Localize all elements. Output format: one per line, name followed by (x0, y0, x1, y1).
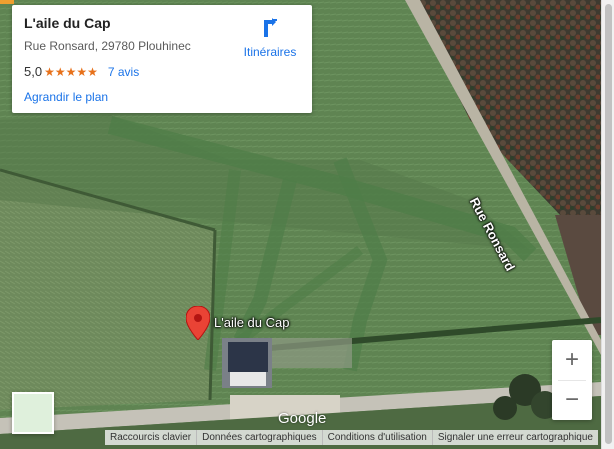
place-info-card: L'aile du Cap Rue Ronsard, 29780 Plouhin… (12, 5, 312, 113)
report-error-link[interactable]: Signaler une erreur cartographique (431, 430, 598, 445)
scrollbar[interactable] (601, 0, 614, 449)
map-marker-icon[interactable] (186, 306, 210, 340)
rating-value: 5,0 (24, 64, 43, 79)
directions-button[interactable]: Itinéraires (240, 17, 300, 59)
rating-row: 5,0 ★★★★★ 7 avis (24, 64, 139, 79)
enlarge-map-link[interactable]: Agrandir le plan (24, 90, 108, 104)
place-title: L'aile du Cap (24, 15, 111, 31)
google-logo: Google (278, 410, 327, 427)
directions-icon (264, 18, 277, 37)
zoom-controls: + − (552, 340, 592, 420)
map-type-toggle[interactable] (12, 392, 54, 434)
zoom-in-button[interactable]: + (552, 340, 592, 380)
map-data-link[interactable]: Données cartographiques (196, 430, 322, 445)
terms-link[interactable]: Conditions d'utilisation (321, 430, 432, 445)
marker-label[interactable]: L'aile du Cap (214, 315, 289, 330)
accent-corner (0, 0, 14, 4)
place-address: Rue Ronsard, 29780 Plouhinec (24, 39, 191, 53)
zoom-out-button[interactable]: − (552, 380, 592, 420)
reviews-link[interactable]: 7 avis (108, 65, 139, 79)
keyboard-shortcuts-link[interactable]: Raccourcis clavier (105, 430, 196, 445)
directions-label: Itinéraires (243, 45, 297, 59)
map-footer: Raccourcis clavier Données cartographiqu… (105, 430, 598, 445)
rating-stars-icon: ★★★★★ (44, 64, 98, 79)
scrollbar-thumb[interactable] (605, 4, 612, 444)
